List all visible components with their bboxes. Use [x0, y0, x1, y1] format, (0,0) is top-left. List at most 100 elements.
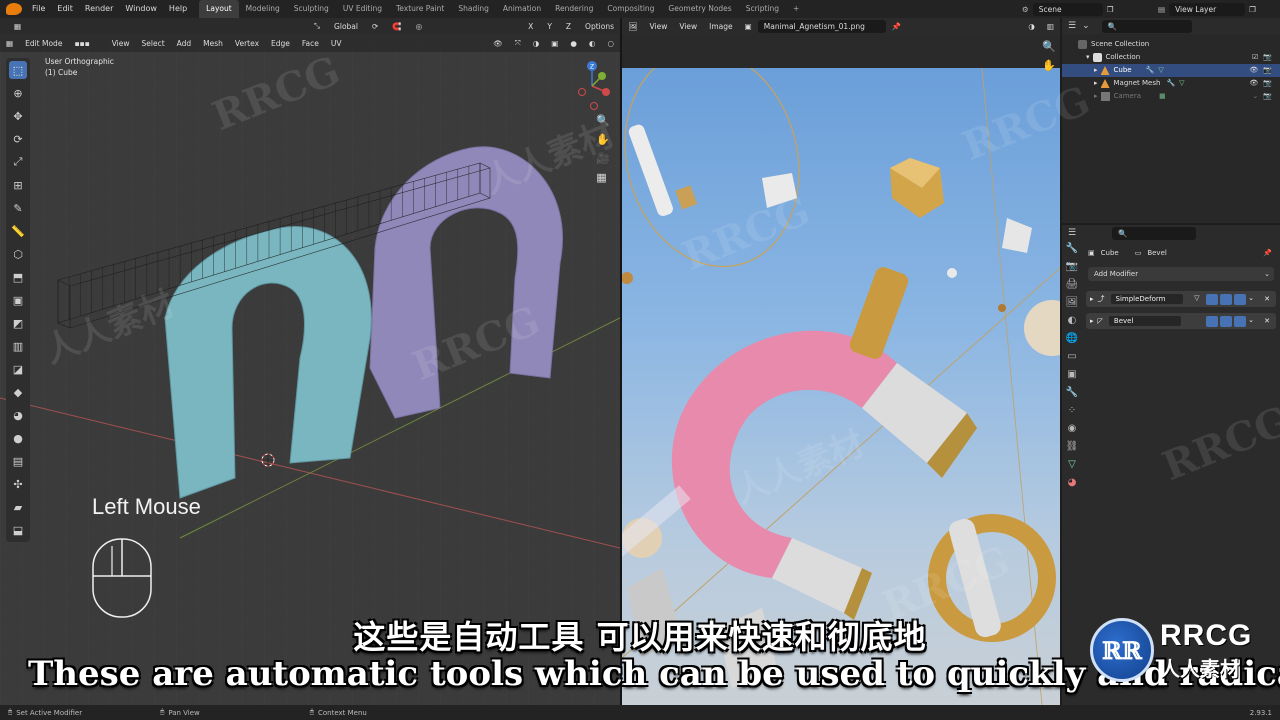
- image-zoom-icon[interactable]: 🔍: [1042, 40, 1056, 53]
- outliner[interactable]: ☰ ⌄ 🔍 Scene Collection ▾ Collection ☑ 📷 ▸…: [1062, 18, 1280, 223]
- options-dropdown[interactable]: Options: [579, 22, 620, 31]
- blender-logo-icon[interactable]: [6, 3, 22, 15]
- outliner-row-scene-collection[interactable]: Scene Collection: [1062, 38, 1280, 51]
- extrude-tool-icon[interactable]: ⬒: [9, 268, 27, 286]
- tab-shading[interactable]: Shading: [451, 0, 495, 18]
- properties-search-input[interactable]: 🔍: [1112, 226, 1197, 240]
- smooth-tool-icon[interactable]: ●: [9, 429, 27, 447]
- magnet-render-icon[interactable]: 📷: [1263, 77, 1272, 90]
- simpledeform-delete-icon[interactable]: ✕: [1264, 295, 1270, 303]
- bevel-editmode-toggle[interactable]: [1206, 315, 1219, 327]
- knife-tool-icon[interactable]: ◪: [9, 360, 27, 378]
- render-tab-icon[interactable]: 📷: [1066, 261, 1078, 272]
- image-menu-view-2[interactable]: View: [673, 22, 703, 31]
- outliner-row-camera[interactable]: ▸ Camera ■ ⌄ 📷: [1062, 90, 1280, 103]
- shear-tool-icon[interactable]: ▰: [9, 498, 27, 516]
- outliner-row-cube[interactable]: ▸ Cube 🔧 ▽ 👁 📷: [1062, 64, 1280, 77]
- editor-type-icon-2[interactable]: ▦: [0, 39, 19, 48]
- scene-selector[interactable]: ⚙ Scene ❐: [1022, 0, 1113, 18]
- menu-edit[interactable]: Edit: [51, 0, 79, 18]
- shading-rendered-icon[interactable]: ○: [601, 39, 620, 48]
- pin-properties-icon[interactable]: 📌: [1263, 249, 1272, 257]
- annotate-tool-icon[interactable]: ✎: [9, 199, 27, 217]
- image-menu-view[interactable]: View: [644, 22, 674, 31]
- add-workspace-button[interactable]: +: [786, 0, 806, 18]
- perspective-grid-icon[interactable]: ▦: [596, 171, 610, 184]
- snap-icon[interactable]: 🧲: [386, 22, 407, 31]
- inset-tool-icon[interactable]: ▣: [9, 291, 27, 309]
- modifier-tab-icon[interactable]: 🔧: [1066, 387, 1078, 398]
- overlay-icon[interactable]: ◑: [527, 39, 546, 48]
- scene-copy-icon[interactable]: ❐: [1107, 5, 1114, 14]
- bevel-menu-icon[interactable]: ⌄: [1248, 316, 1254, 327]
- transform-tool-icon[interactable]: ⊞: [9, 176, 27, 194]
- transform-orientation-icon[interactable]: ⤡: [308, 21, 326, 31]
- menu-mesh[interactable]: Mesh: [197, 39, 229, 48]
- pivot-icon[interactable]: ⟳: [366, 22, 384, 31]
- collection-camera-icon[interactable]: 📷: [1263, 51, 1272, 64]
- tab-geometry-nodes[interactable]: Geometry Nodes: [661, 0, 738, 18]
- cube-visibility-eye-icon[interactable]: 👁: [1249, 64, 1258, 77]
- properties-type-icon[interactable]: ☰: [1068, 228, 1076, 238]
- 3d-viewport[interactable]: ▦ ⤡ Global ⟳ 🧲 ◎ X Y Z Options ▦ Edit Mo…: [0, 18, 620, 705]
- menu-window[interactable]: Window: [119, 0, 163, 18]
- editor-type-icon[interactable]: ▦: [8, 22, 27, 31]
- modifier-panel-simpledeform[interactable]: ▸ ⤴ SimpleDeform ▽ ⌄ ✕: [1086, 291, 1276, 307]
- menu-vertex[interactable]: Vertex: [229, 39, 265, 48]
- scene-field[interactable]: Scene: [1032, 2, 1103, 16]
- physics-tab-icon[interactable]: ◉: [1068, 423, 1077, 434]
- axis-z-toggle[interactable]: Z: [560, 22, 577, 31]
- view-object-types-icon[interactable]: 👁: [487, 39, 509, 48]
- tab-scripting[interactable]: Scripting: [739, 0, 786, 18]
- axis-y-toggle[interactable]: Y: [541, 22, 558, 31]
- pan-hand-icon[interactable]: ✋: [596, 133, 610, 146]
- particles-tab-icon[interactable]: ⁘: [1068, 405, 1076, 416]
- 3d-cursor[interactable]: [261, 453, 275, 467]
- camera-visibility-icon[interactable]: ⌄: [1252, 90, 1258, 103]
- collection-checkbox-icon[interactable]: ☑: [1252, 51, 1258, 64]
- tab-modeling[interactable]: Modeling: [239, 0, 287, 18]
- bevel-name-field[interactable]: Bevel: [1108, 316, 1181, 326]
- bevel-render-toggle[interactable]: [1234, 315, 1247, 327]
- edge-slide-tool-icon[interactable]: ▤: [9, 452, 27, 470]
- outliner-search-input[interactable]: 🔍: [1101, 19, 1192, 33]
- bevel-delete-icon[interactable]: ✕: [1264, 317, 1270, 325]
- outliner-filter-icon[interactable]: ⌄: [1082, 21, 1090, 31]
- collection-tab-icon[interactable]: ▭: [1067, 351, 1076, 362]
- magnet-visibility-eye-icon[interactable]: 👁: [1249, 77, 1258, 90]
- menu-view[interactable]: View: [106, 39, 136, 48]
- rip-tool-icon[interactable]: ⬓: [9, 521, 27, 539]
- select-box-tool-icon[interactable]: ⬚: [9, 61, 27, 79]
- pin-icon[interactable]: 📌: [886, 22, 907, 31]
- image-editor[interactable]: 🖼 View View Image ▣ Manimal_Agnetism_01.…: [622, 18, 1060, 705]
- menu-help[interactable]: Help: [163, 0, 193, 18]
- cube-render-icon[interactable]: 📷: [1263, 64, 1272, 77]
- view-layer-selector[interactable]: ▤ View Layer ❐: [1158, 0, 1256, 18]
- tab-uv-editing[interactable]: UV Editing: [336, 0, 389, 18]
- tool-tab-icon[interactable]: 🔧: [1066, 243, 1078, 254]
- view-layer-copy-icon[interactable]: ❐: [1249, 5, 1256, 14]
- material-tab-icon[interactable]: ◕: [1068, 477, 1077, 488]
- poly-build-tool-icon[interactable]: ◆: [9, 383, 27, 401]
- scale-tool-icon[interactable]: ⤢: [9, 153, 27, 171]
- cursor-tool-icon[interactable]: ⊕: [9, 84, 27, 102]
- bevel-viewport-toggle[interactable]: [1220, 315, 1233, 327]
- data-tab-icon[interactable]: ▽: [1068, 459, 1076, 470]
- transform-orientation-dropdown[interactable]: Global: [328, 22, 364, 31]
- bevel-tool-icon[interactable]: ◩: [9, 314, 27, 332]
- select-mode-icons[interactable]: ▪▪▪: [68, 39, 95, 48]
- camera-view-icon[interactable]: 🎥: [596, 152, 610, 165]
- menu-face[interactable]: Face: [296, 39, 325, 48]
- proportional-edit-icon[interactable]: ◎: [410, 22, 429, 31]
- simpledeform-render-toggle[interactable]: [1234, 293, 1247, 305]
- modifier-panel-bevel[interactable]: ▸ ◸ Bevel ⌄ ✕: [1086, 313, 1276, 329]
- tab-rendering[interactable]: Rendering: [548, 0, 600, 18]
- tab-sculpting[interactable]: Sculpting: [287, 0, 336, 18]
- menu-select[interactable]: Select: [136, 39, 171, 48]
- simpledeform-editmode-toggle[interactable]: [1206, 293, 1219, 305]
- gizmo-icon[interactable]: ⤧: [509, 38, 527, 48]
- simpledeform-viewport-toggle[interactable]: [1220, 293, 1233, 305]
- simpledeform-name-field[interactable]: SimpleDeform: [1110, 294, 1183, 304]
- simpledeform-vertex-icon[interactable]: ▽: [1194, 294, 1204, 305]
- menu-add[interactable]: Add: [171, 39, 198, 48]
